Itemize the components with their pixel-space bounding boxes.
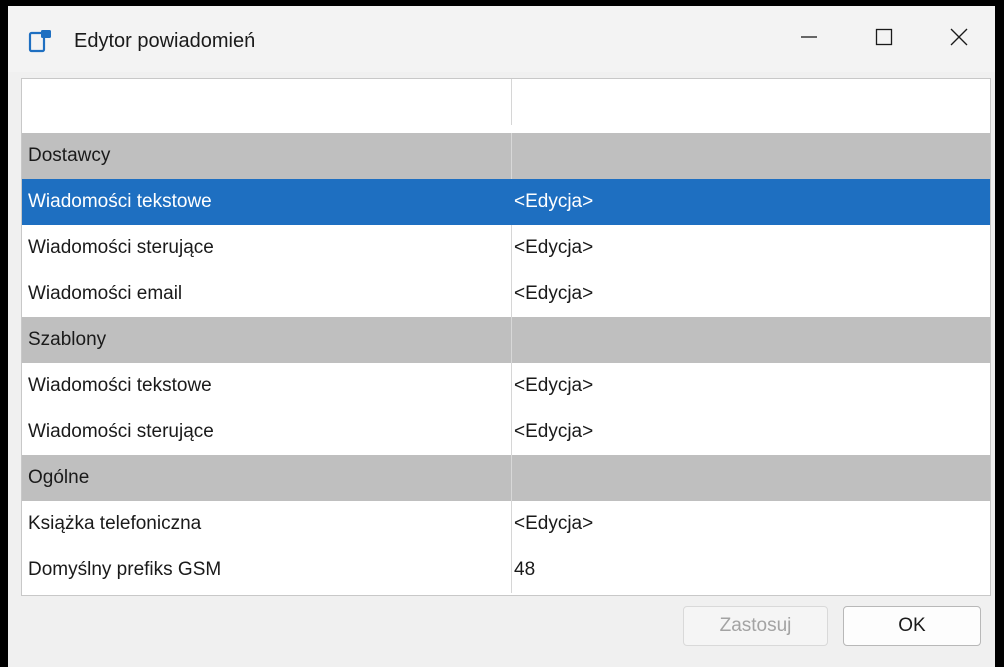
- category-label: Dostawcy: [22, 133, 511, 179]
- property-value[interactable]: <Edycja>: [511, 409, 990, 455]
- category-label: Ogólne: [22, 455, 511, 501]
- table-row[interactable]: Domyślny prefiks GSM 48: [22, 547, 990, 593]
- property-value[interactable]: 48: [511, 547, 990, 593]
- property-value[interactable]: <Edycja>: [511, 225, 990, 271]
- property-grid[interactable]: Dostawcy Wiadomości tekstowe <Edycja> Wi…: [21, 78, 991, 596]
- window-title: Edytor powiadomień: [74, 30, 256, 52]
- grid-header-value: [511, 79, 990, 125]
- property-value[interactable]: <Edycja>: [511, 363, 990, 409]
- property-value[interactable]: <Edycja>: [511, 271, 990, 317]
- property-value[interactable]: <Edycja>: [511, 501, 990, 547]
- property-name[interactable]: Wiadomości tekstowe: [22, 363, 511, 409]
- minimize-icon: [799, 27, 819, 52]
- category-row-general[interactable]: Ogólne: [22, 455, 990, 501]
- notification-editor-window: Edytor powiadomień Dostawcy Wiadomości t…: [8, 6, 995, 667]
- property-name[interactable]: Wiadomości sterujące: [22, 409, 511, 455]
- grid-header-row: [22, 79, 990, 125]
- property-name[interactable]: Wiadomości email: [22, 271, 511, 317]
- minimize-button[interactable]: [778, 6, 840, 72]
- apply-button[interactable]: Zastosuj: [683, 606, 828, 646]
- maximize-button[interactable]: [853, 6, 915, 72]
- close-icon: [949, 27, 969, 52]
- category-label: Szablony: [22, 317, 511, 363]
- property-name[interactable]: Domyślny prefiks GSM: [22, 547, 511, 593]
- category-row-templates[interactable]: Szablony: [22, 317, 990, 363]
- category-row-providers[interactable]: Dostawcy: [22, 133, 990, 179]
- title-bar[interactable]: Edytor powiadomień: [8, 6, 995, 72]
- category-value: [511, 133, 990, 179]
- close-button[interactable]: [928, 6, 990, 72]
- category-value: [511, 455, 990, 501]
- table-row[interactable]: Wiadomości sterujące <Edycja>: [22, 225, 990, 271]
- table-row[interactable]: Wiadomości tekstowe <Edycja>: [22, 179, 990, 225]
- table-row[interactable]: Książka telefoniczna <Edycja>: [22, 501, 990, 547]
- property-name[interactable]: Wiadomości tekstowe: [22, 179, 511, 225]
- property-name[interactable]: Wiadomości sterujące: [22, 225, 511, 271]
- app-icon: [28, 28, 54, 54]
- grid-header-name: [22, 79, 511, 125]
- maximize-icon: [874, 27, 894, 52]
- category-value: [511, 317, 990, 363]
- property-value[interactable]: <Edycja>: [511, 179, 990, 225]
- table-row[interactable]: Wiadomości email <Edycja>: [22, 271, 990, 317]
- ok-button[interactable]: OK: [843, 606, 981, 646]
- property-name[interactable]: Książka telefoniczna: [22, 501, 511, 547]
- table-row[interactable]: Wiadomości tekstowe <Edycja>: [22, 363, 990, 409]
- table-row[interactable]: Wiadomości sterujące <Edycja>: [22, 409, 990, 455]
